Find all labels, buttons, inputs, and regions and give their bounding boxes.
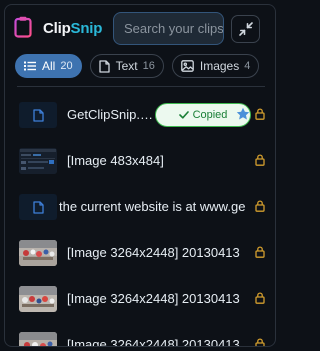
filter-images[interactable]: Images 4 bbox=[171, 54, 260, 78]
lock-icon[interactable] bbox=[255, 246, 265, 258]
header: ClipSnip bbox=[5, 5, 275, 51]
filter-text[interactable]: Text 16 bbox=[89, 54, 164, 78]
filter-text-count: 16 bbox=[142, 60, 155, 72]
lock-icon[interactable] bbox=[255, 108, 265, 120]
lock-icon[interactable] bbox=[255, 338, 265, 347]
clip-text: [Image 3264x2448] 20130413 bbox=[67, 291, 240, 306]
filter-text-label: Text bbox=[115, 59, 138, 73]
clip-text: the current website is at www.getclipsni… bbox=[59, 199, 245, 214]
search-input[interactable] bbox=[124, 21, 223, 36]
clip-thumb bbox=[19, 102, 57, 128]
filter-images-label: Images bbox=[199, 59, 240, 73]
copied-badge-label: Copied bbox=[192, 109, 228, 121]
photo-thumbnail bbox=[19, 332, 57, 346]
filter-all[interactable]: All 20 bbox=[15, 54, 82, 78]
clip-thumb-screenshot bbox=[19, 148, 57, 174]
document-icon bbox=[98, 59, 110, 73]
divider bbox=[17, 86, 265, 87]
collapse-button[interactable] bbox=[231, 15, 260, 43]
clip-thumb-photo bbox=[19, 240, 57, 266]
brand-part-1: Clip bbox=[43, 20, 71, 37]
clip-thumb bbox=[19, 194, 57, 220]
lock-icon[interactable] bbox=[255, 200, 265, 212]
filter-all-label: All bbox=[42, 59, 56, 73]
filter-images-count: 4 bbox=[244, 60, 251, 72]
collapse-arrows-icon bbox=[238, 22, 253, 36]
photo-thumbnail bbox=[19, 286, 57, 312]
filter-tabs: All 20 Text 16 Images 4 bbox=[15, 54, 267, 78]
clipsnip-window: ClipSnip All 20 Text 16 bbox=[4, 4, 276, 347]
brand-part-2: Snip bbox=[70, 20, 103, 37]
search-box[interactable] bbox=[113, 12, 224, 45]
lock-icon[interactable] bbox=[255, 154, 265, 166]
clip-item[interactable]: [Image 483x484] bbox=[5, 137, 275, 183]
clip-item[interactable]: the current website is at www.getclipsni… bbox=[5, 183, 275, 229]
clip-thumb-photo bbox=[19, 332, 57, 346]
filter-all-count: 20 bbox=[60, 60, 73, 72]
clip-item[interactable]: [Image 3264x2448] 20130413 bbox=[5, 321, 275, 347]
screenshot-thumbnail bbox=[19, 148, 57, 174]
clip-list: GetClipSnip.com Copied [Image 483x484] t… bbox=[5, 91, 275, 347]
image-icon bbox=[181, 60, 194, 72]
check-icon bbox=[178, 111, 189, 119]
star-icon[interactable] bbox=[236, 107, 250, 121]
list-icon bbox=[24, 61, 36, 71]
clip-text: [Image 3264x2448] 20130413 bbox=[67, 245, 240, 260]
brand-name: ClipSnip bbox=[43, 20, 102, 37]
clip-item[interactable]: [Image 3264x2448] 20130413 bbox=[5, 275, 275, 321]
document-icon bbox=[32, 108, 44, 122]
clip-text: [Image 3264x2448] 20130413 bbox=[67, 337, 240, 347]
clip-item[interactable]: GetClipSnip.com Copied bbox=[5, 91, 275, 137]
clipboard-logo-icon bbox=[14, 16, 32, 38]
clip-item[interactable]: [Image 3264x2448] 20130413 bbox=[5, 229, 275, 275]
clip-thumb-photo bbox=[19, 286, 57, 312]
clip-text: [Image 483x484] bbox=[67, 153, 164, 168]
lock-icon[interactable] bbox=[255, 292, 265, 304]
photo-thumbnail bbox=[19, 240, 57, 266]
clip-text: GetClipSnip.com bbox=[67, 107, 159, 122]
document-icon bbox=[32, 200, 44, 214]
